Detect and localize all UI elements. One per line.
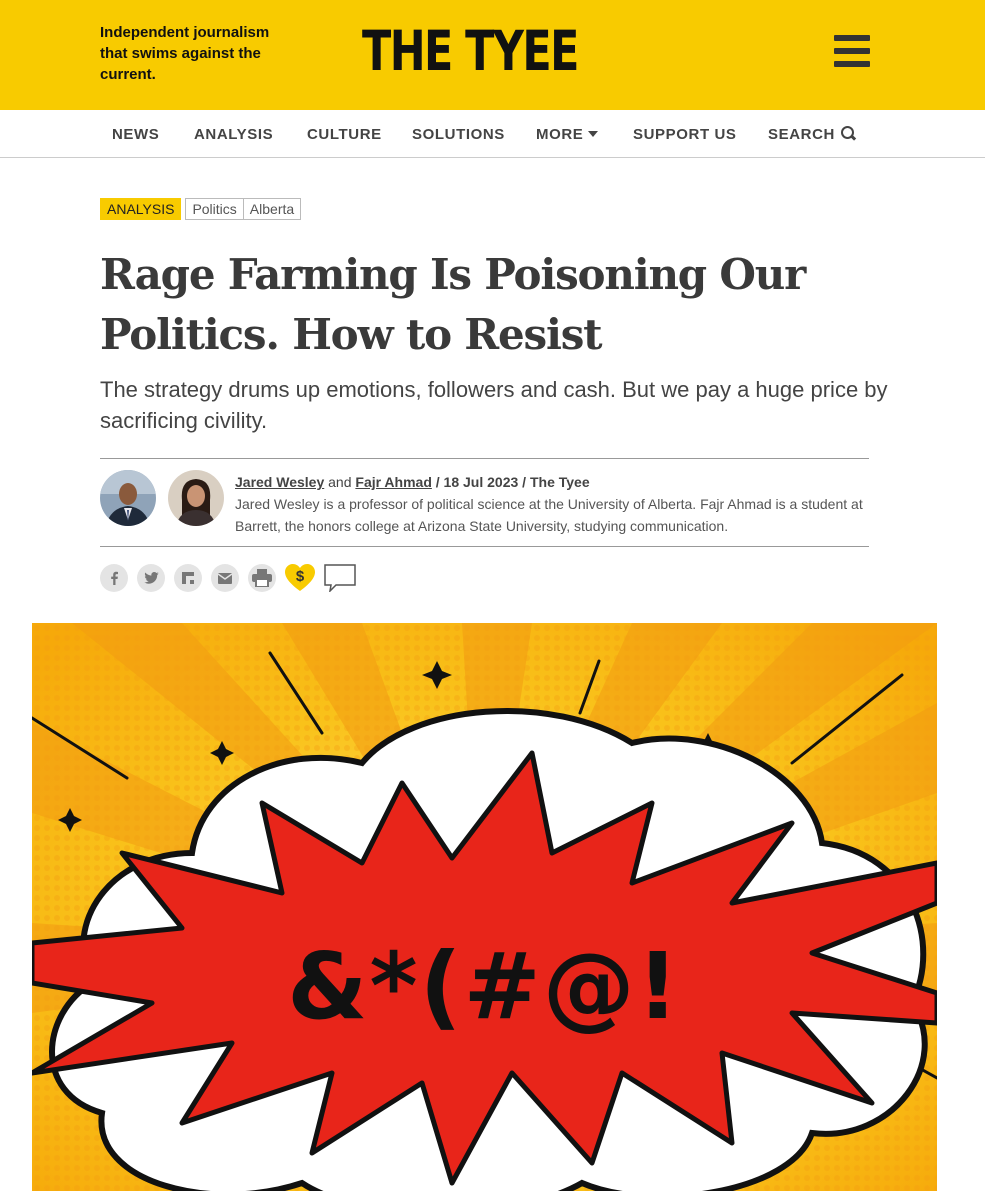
author-avatar-fajr-ahmad[interactable] — [168, 470, 224, 526]
print-icon[interactable] — [248, 564, 276, 592]
byline-text: Jared Wesley and Fajr Ahmad / 18 Jul 202… — [235, 471, 875, 537]
tag-alberta[interactable]: Alberta — [242, 198, 302, 220]
nav-news[interactable]: NEWS — [112, 126, 159, 143]
nav-solutions[interactable]: SOLUTIONS — [412, 126, 505, 143]
article-tags: ANALYSIS Politics Alberta — [100, 198, 302, 220]
author-avatar-jared-wesley[interactable] — [100, 470, 156, 526]
hamburger-menu-icon[interactable] — [834, 35, 870, 69]
support-dollar-label: $ — [295, 568, 305, 585]
byline-and: and — [328, 474, 352, 490]
author-link-fajr-ahmad[interactable]: Fajr Ahmad — [355, 474, 432, 490]
nav-more[interactable]: MORE — [536, 126, 599, 143]
twitter-icon[interactable] — [137, 564, 165, 592]
facebook-icon[interactable] — [100, 564, 128, 592]
support-heart-icon[interactable]: $ — [285, 564, 315, 592]
hero-symbols-text: &*(#@! — [287, 933, 680, 1040]
site-logo[interactable]: THE TYEE — [362, 20, 579, 82]
main-nav: NEWS ANALYSIS CULTURE SOLUTIONS MORE SUP… — [0, 110, 985, 158]
hero-image: &*(#@! — [32, 623, 937, 1191]
article-dek: The strategy drums up emotions, follower… — [100, 377, 888, 433]
article-headline: Rage Farming Is Poisoning Our Politics. … — [100, 250, 806, 359]
tag-analysis[interactable]: ANALYSIS — [100, 198, 182, 220]
nav-analysis[interactable]: ANALYSIS — [194, 126, 273, 143]
publish-date: / 18 Jul 2023 / — [435, 474, 527, 490]
flipboard-icon[interactable] — [174, 564, 202, 592]
search-icon — [840, 126, 855, 140]
publisher-link[interactable]: The Tyee — [530, 474, 590, 490]
share-bar: $ — [100, 563, 356, 594]
nav-support-us[interactable]: SUPPORT US — [633, 126, 737, 143]
author-bio: Jared Wesley is a professor of political… — [235, 496, 863, 534]
tagline: Independent journalism that swims agains… — [100, 24, 270, 83]
author-link-jared-wesley[interactable]: Jared Wesley — [235, 474, 324, 490]
email-icon[interactable] — [211, 564, 239, 592]
comment-icon[interactable] — [324, 564, 356, 594]
masthead: Independent journalism that swims agains… — [0, 0, 985, 110]
nav-culture[interactable]: CULTURE — [307, 126, 382, 143]
caret-down-icon — [588, 131, 599, 137]
nav-search[interactable]: SEARCH — [768, 126, 855, 143]
byline: Jared Wesley and Fajr Ahmad / 18 Jul 202… — [100, 458, 869, 547]
tag-politics[interactable]: Politics — [185, 198, 244, 220]
